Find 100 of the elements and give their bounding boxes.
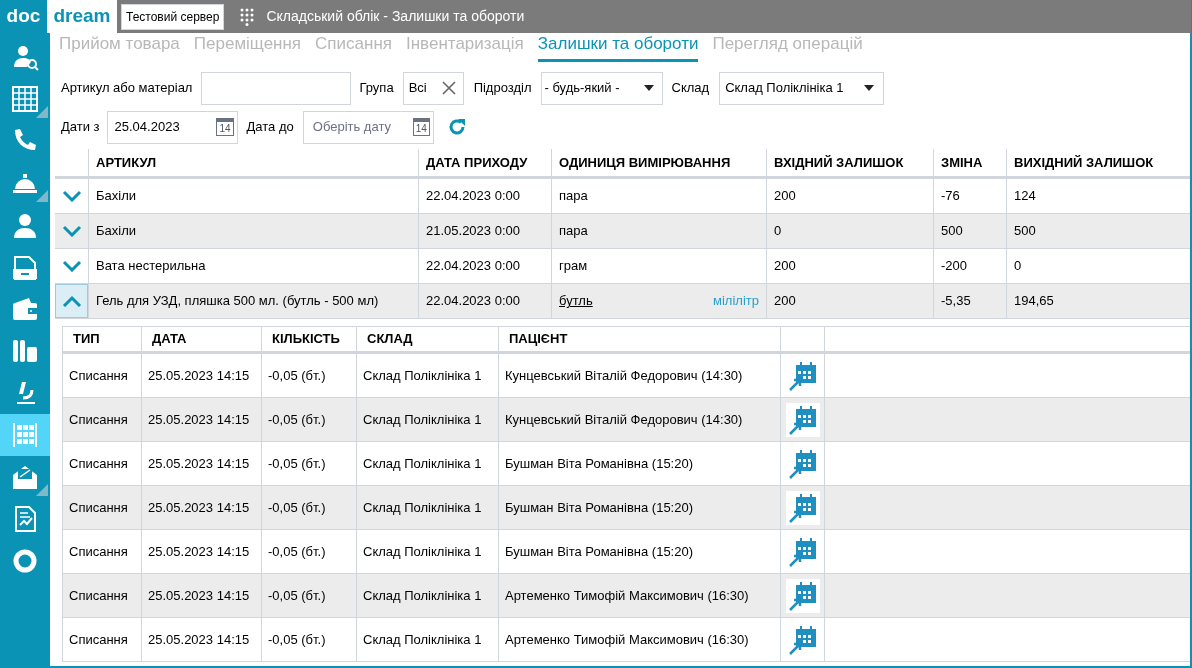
clear-icon[interactable] — [441, 81, 456, 95]
table-cell-text: Склад Поліклініка 1 — [363, 498, 482, 517]
calendar-icon[interactable]: 14 — [216, 118, 234, 136]
chevron-down-icon[interactable] — [61, 260, 82, 272]
caret-icon — [643, 85, 654, 91]
column-header: ВХІДНИЙ ЗАЛИШОК — [766, 149, 933, 176]
table-cell-text: 25.05.2023 14:15 — [148, 366, 250, 385]
caret-icon — [864, 85, 875, 91]
table-cell-text: Кунцевський Віталій Федорович (14:30) — [505, 366, 743, 385]
table-cell-text: 25.05.2023 14:15 — [148, 498, 250, 517]
table-cell-text: -0,05 (бт.) — [268, 630, 326, 649]
table-cell-text: 22.04.2023 0:00 — [426, 187, 520, 206]
table-cell-text: 200 — [774, 187, 796, 206]
column-header: КІЛЬКІСТЬ — [261, 327, 356, 351]
table-cell-text: -0,05 (бт.) — [268, 542, 326, 561]
table-cell-text: -76 — [941, 187, 960, 206]
table-cell-text: бутль — [559, 292, 593, 311]
submenu-corner-icon — [36, 484, 48, 496]
table-cell-text: пара — [559, 187, 588, 206]
table-cell-text: 500 — [941, 222, 963, 241]
logo-text: doc — [6, 4, 41, 29]
calendar-icon[interactable]: 14 — [412, 118, 430, 136]
date-to-field[interactable]: Оберіть дату 14 — [302, 110, 434, 144]
column-header: ВИХІДНИЙ ЗАЛИШОК — [1006, 149, 1186, 176]
table-cell-text: 25.05.2023 14:15 — [148, 454, 250, 473]
user-search-icon — [11, 43, 39, 71]
table-cell-text: 0 — [774, 222, 782, 241]
table-cell-text: 25.05.2023 14:15 — [148, 586, 250, 605]
column-header: ДАТА — [141, 327, 261, 351]
table-cell-text: 25.05.2023 14:15 — [148, 630, 250, 649]
table-cell-text: Бахіли — [96, 187, 136, 206]
chevron-up-icon[interactable] — [61, 295, 82, 307]
submenu-corner-icon — [36, 106, 48, 118]
table-cell-text: -200 — [941, 257, 968, 276]
table-cell-text: Бушман Віта Романівна (15:20) — [505, 454, 694, 473]
table-cell-text: Склад Поліклініка 1 — [363, 542, 482, 561]
table-cell-text: 21.05.2023 0:00 — [426, 222, 520, 241]
field-label: Група — [359, 79, 394, 98]
table-cell-text: 124 — [1014, 187, 1036, 206]
table-cell-text: Артеменко Тимофій Максимович (16:30) — [505, 630, 749, 649]
server-badge: Тестовий сервер — [121, 3, 225, 30]
keypad-icon — [240, 7, 255, 26]
group-field[interactable]: Всі — [402, 71, 464, 105]
wallet-icon — [11, 295, 39, 323]
table-cell-text: Склад Поліклініка 1 — [363, 410, 482, 429]
table-cell-text: -0,05 (бт.) — [268, 366, 326, 385]
shelves-icon — [11, 421, 39, 449]
chevron-down-icon[interactable] — [61, 225, 82, 237]
table-cell-text: 22.04.2023 0:00 — [426, 257, 520, 276]
table-cell-text: пара — [559, 222, 588, 241]
window-title: Складський облік - Залишки та обороти — [266, 7, 525, 26]
tab[interactable]: Залишки та обороти — [537, 33, 699, 62]
logo-text: dream — [53, 4, 111, 29]
calendar-link-icon[interactable] — [785, 402, 820, 437]
table-cell-text: 22.04.2023 0:00 — [426, 292, 520, 311]
submenu-corner-icon — [36, 190, 48, 202]
table-cell-text: Склад Поліклініка 1 — [363, 586, 482, 605]
column-header: ПАЦІЄНТ — [498, 327, 780, 351]
article-input[interactable] — [201, 71, 352, 105]
column-header: ТИП — [72, 330, 101, 349]
date-from-field[interactable]: 25.04.2023 14 — [106, 110, 238, 144]
table-cell-text: -0,05 (бт.) — [268, 586, 326, 605]
calendar-link-icon[interactable] — [785, 490, 820, 525]
column-header: СКЛАД — [356, 327, 498, 351]
table-cell-text: Списання — [69, 542, 128, 561]
table-cell-text: Списання — [69, 586, 128, 605]
table-cell-text: 200 — [774, 257, 796, 276]
calendar-link-icon[interactable] — [785, 578, 820, 613]
column-header: ЗМІНА — [933, 149, 1006, 176]
table-cell-text: Бушман Віта Романівна (15:20) — [505, 498, 694, 517]
table-cell-text: 200 — [774, 292, 796, 311]
field-label: Дати з — [61, 118, 100, 137]
table-cell-text: 25.05.2023 14:15 — [148, 410, 250, 429]
table-cell-text: Склад Поліклініка 1 — [363, 366, 482, 385]
table-cell-text: -0,05 (бт.) — [268, 454, 326, 473]
column-header: АРТИКУЛ — [88, 149, 418, 176]
field-label: Підрозділ — [473, 79, 532, 98]
table-cell-text: Списання — [69, 630, 128, 649]
warehouse-dropdown[interactable]: Склад Поліклініка 1 — [719, 71, 885, 105]
table-cell-text: Списання — [69, 366, 128, 385]
field-label: Склад — [671, 79, 710, 98]
drawer-icon — [11, 253, 39, 281]
table-cell-text: Склад Поліклініка 1 — [363, 454, 482, 473]
field-label: Дата до — [246, 118, 294, 137]
table-cell-text: -0,05 (бт.) — [268, 498, 326, 517]
table-cell-text: Бахіли — [96, 222, 136, 241]
table-cell-text: грам — [559, 257, 588, 276]
table-cell-text: Списання — [69, 498, 128, 517]
column-header: ДАТА ПРИХОДУ — [418, 149, 551, 176]
column-header: ОДИНИЦЯ ВИМІРЮВАННЯ — [551, 149, 766, 176]
table-cell-text: Гель для УЗД, пляшка 500 мл. (бутль - 500 мл) — [96, 292, 379, 311]
unit-dropdown[interactable]: - будь-який - — [540, 71, 663, 105]
table-cell-text: -0,05 (бт.) — [268, 410, 326, 429]
table-cell-text: 194,65 — [1014, 292, 1054, 311]
table-cell-text: -5,35 — [941, 292, 971, 311]
chevron-down-icon[interactable] — [61, 190, 82, 202]
table-cell-text: Вата нестерильна — [96, 257, 206, 276]
envelope-icon — [11, 463, 39, 491]
table-cell-text: 0 — [1014, 257, 1022, 276]
grid-icon — [11, 85, 39, 113]
